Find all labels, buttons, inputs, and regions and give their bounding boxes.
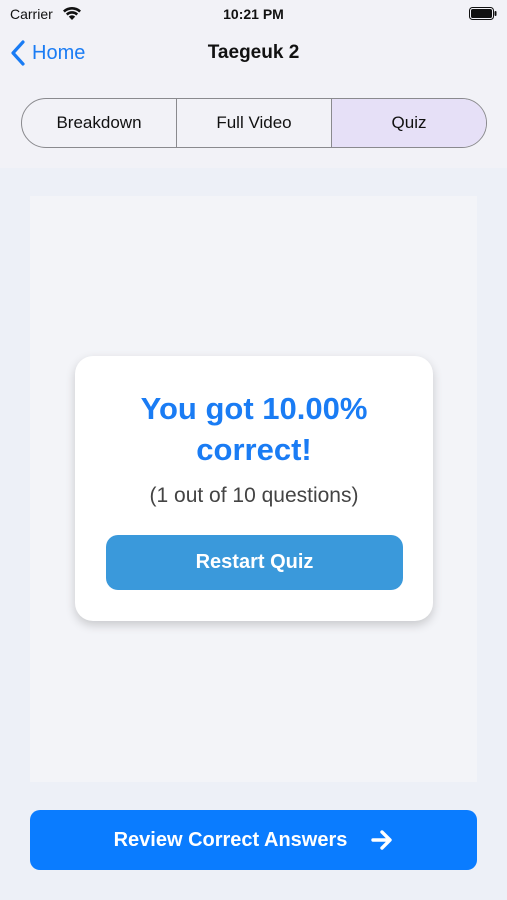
restart-quiz-button[interactable]: Restart Quiz xyxy=(106,535,403,590)
quiz-results-screen: Carrier 10:21 PM Home Taegeuk 2 Breakdow… xyxy=(0,0,507,900)
result-detail: (1 out of 10 questions) xyxy=(149,484,359,507)
navigation-bar: Home Taegeuk 2 xyxy=(0,28,507,78)
tab-full-video[interactable]: Full Video xyxy=(176,99,331,147)
status-bar: Carrier 10:21 PM xyxy=(0,0,507,28)
review-correct-answers-button[interactable]: Review Correct Answers xyxy=(30,810,477,870)
result-title: You got 10.00% correct! xyxy=(140,391,368,467)
review-button-label: Review Correct Answers xyxy=(113,828,348,851)
tab-breakdown[interactable]: Breakdown xyxy=(22,99,176,147)
result-card: You got 10.00% correct! (1 out of 10 que… xyxy=(75,356,433,621)
battery-icon xyxy=(469,7,497,20)
status-time: 10:21 PM xyxy=(223,6,284,22)
arrow-right-icon xyxy=(371,830,393,850)
tab-quiz[interactable]: Quiz xyxy=(331,99,486,147)
page-title: Taegeuk 2 xyxy=(207,42,300,63)
segmented-control: Breakdown Full Video Quiz xyxy=(21,98,487,148)
